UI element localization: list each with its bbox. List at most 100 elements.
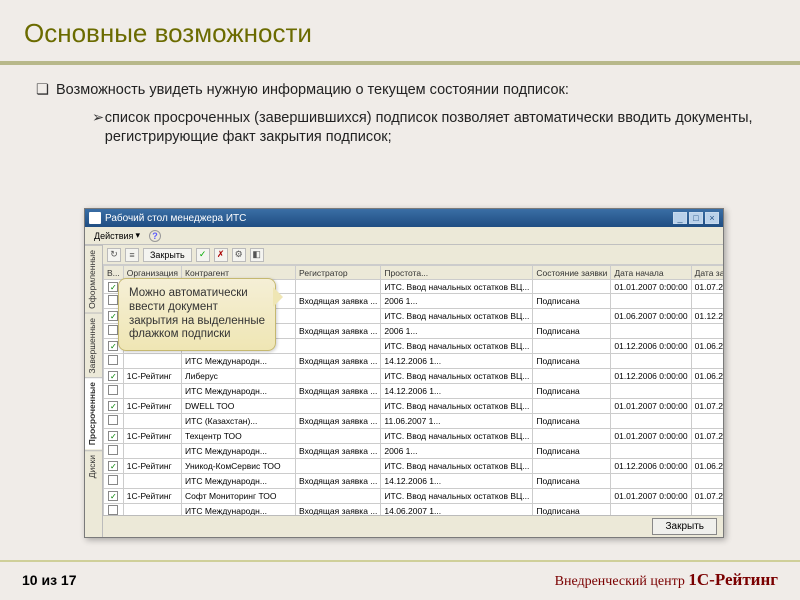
- table-row[interactable]: 1С-РейтингЛиберусИТС. Ввод начальных ост…: [104, 369, 724, 384]
- checkbox-icon[interactable]: [108, 505, 118, 515]
- cell: [123, 504, 181, 516]
- cell: [611, 354, 691, 369]
- side-tab-2[interactable]: Просроченные: [85, 377, 102, 449]
- checkbox-icon[interactable]: [108, 311, 118, 321]
- cell[interactable]: [104, 354, 124, 369]
- checkbox-icon[interactable]: [108, 461, 118, 471]
- cell: ИТС. Ввод начальных остатков ВЦ...: [381, 280, 533, 294]
- cell: [296, 489, 381, 504]
- uncheck-all-icon[interactable]: ✗: [214, 248, 228, 262]
- check-all-icon[interactable]: ✓: [196, 248, 210, 262]
- col-header[interactable]: Дата завершения: [691, 266, 723, 280]
- close-icon[interactable]: ×: [705, 212, 719, 224]
- cell[interactable]: [104, 384, 124, 399]
- help-icon[interactable]: ?: [149, 230, 161, 242]
- cell: 01.07.2007 0:00:00: [691, 489, 723, 504]
- table-row[interactable]: 1С-РейтингDWELL ТООИТС. Ввод начальных о…: [104, 399, 724, 414]
- cell: 1С-Рейтинг: [123, 399, 181, 414]
- checkbox-icon[interactable]: [108, 355, 118, 365]
- refresh-icon[interactable]: ↻: [107, 248, 121, 262]
- checkbox-icon[interactable]: [108, 371, 118, 381]
- col-header[interactable]: В...: [104, 266, 124, 280]
- table-row[interactable]: ИТС Междунаpодн...Входящая заявка ...14.…: [104, 384, 724, 399]
- slide-title: Основные возможности: [0, 0, 800, 65]
- col-header[interactable]: Регистратор: [296, 266, 381, 280]
- maximize-icon[interactable]: □: [689, 212, 703, 224]
- cell: [611, 504, 691, 516]
- actions-menu[interactable]: Действия ▾: [89, 228, 145, 243]
- cell: 1С-Рейтинг: [123, 489, 181, 504]
- cell: [533, 399, 611, 414]
- cell: Подписана: [533, 384, 611, 399]
- cell[interactable]: [104, 444, 124, 459]
- table-row[interactable]: ИТС Междунаpодн...Входящая заявка ...200…: [104, 444, 724, 459]
- callout-text: Можно автоматически ввести документ закр…: [129, 287, 265, 342]
- checkbox-icon[interactable]: [108, 431, 118, 441]
- col-header[interactable]: Простота...: [381, 266, 533, 280]
- cell: [691, 354, 723, 369]
- cell: ИТС. Ввод начальных остатков ВЦ...: [381, 339, 533, 354]
- table-row[interactable]: 1С-РейтингУникод-КомСервис ТООИТС. Ввод …: [104, 459, 724, 474]
- cell: 14.12.2006 1...: [381, 474, 533, 489]
- cell: [611, 474, 691, 489]
- cell[interactable]: [104, 429, 124, 444]
- checkbox-icon[interactable]: [108, 401, 118, 411]
- table-row[interactable]: 1С-РейтингТехцентр ТООИТС. Ввод начальны…: [104, 429, 724, 444]
- cell: [296, 280, 381, 294]
- cell: ИТС Междунаpодн...: [182, 504, 296, 516]
- cell[interactable]: [104, 399, 124, 414]
- checkbox-icon[interactable]: [108, 295, 118, 305]
- checkbox-icon[interactable]: [108, 475, 118, 485]
- cell: 01.12.2006 0:00:00: [691, 309, 723, 324]
- checkbox-icon[interactable]: [108, 325, 118, 335]
- cell[interactable]: [104, 489, 124, 504]
- cell: Подписана: [533, 324, 611, 339]
- cell: 1С-Рейтинг: [123, 369, 181, 384]
- col-header[interactable]: Дата начала: [611, 266, 691, 280]
- table-row[interactable]: ИТС Междунаpодн...Входящая заявка ...14.…: [104, 504, 724, 516]
- side-tab-1[interactable]: Завершенные: [85, 313, 102, 378]
- bullet-icon: ❏: [36, 81, 56, 101]
- cell: [533, 369, 611, 384]
- table-row[interactable]: ИТС (Казахстан)...Входящая заявка ...11.…: [104, 414, 724, 429]
- cell[interactable]: [104, 474, 124, 489]
- cell: [533, 459, 611, 474]
- cell: 2006 1...: [381, 444, 533, 459]
- side-tab-0[interactable]: Оформленные: [85, 245, 102, 313]
- cell: [533, 280, 611, 294]
- cell[interactable]: [104, 414, 124, 429]
- cell: [691, 474, 723, 489]
- checkbox-icon[interactable]: [108, 341, 118, 351]
- bottom-close-button[interactable]: Закрыть: [652, 518, 717, 535]
- checkbox-icon[interactable]: [108, 491, 118, 501]
- cell[interactable]: [104, 369, 124, 384]
- tool-icon[interactable]: ⚙: [232, 248, 246, 262]
- table-row[interactable]: ИТС Междунаpодн...Входящая заявка ...14.…: [104, 354, 724, 369]
- cell: 01.06.2007 0:00:00: [611, 309, 691, 324]
- table-row[interactable]: ИТС Междунаpодн...Входящая заявка ...14.…: [104, 474, 724, 489]
- checkbox-icon[interactable]: [108, 385, 118, 395]
- cell: ИТС. Ввод начальных остатков ВЦ...: [381, 369, 533, 384]
- cell: [296, 429, 381, 444]
- cell: Техцентр ТОО: [182, 429, 296, 444]
- col-header[interactable]: Состояние заявки: [533, 266, 611, 280]
- cell: [296, 459, 381, 474]
- close-button[interactable]: Закрыть: [143, 248, 192, 262]
- cell: 2006 1...: [381, 294, 533, 309]
- checkbox-icon[interactable]: [108, 445, 118, 455]
- cell[interactable]: [104, 459, 124, 474]
- checkbox-icon[interactable]: [108, 282, 118, 292]
- list-icon[interactable]: ≡: [125, 248, 139, 262]
- minimize-icon[interactable]: _: [673, 212, 687, 224]
- sub-bullet: ➢ список просроченных (завершившихся) по…: [92, 109, 770, 148]
- checkbox-icon[interactable]: [108, 415, 118, 425]
- tool2-icon[interactable]: ◧: [250, 248, 264, 262]
- cell[interactable]: [104, 504, 124, 516]
- cell: [123, 354, 181, 369]
- window-titlebar[interactable]: Рабочий стол менеджера ИТС _ □ ×: [85, 209, 723, 227]
- cell: [691, 444, 723, 459]
- table-row[interactable]: 1С-РейтингСофт Мониторинг ТООИТС. Ввод н…: [104, 489, 724, 504]
- app-icon: [89, 212, 101, 224]
- side-tab-3[interactable]: Диски: [85, 450, 102, 482]
- bullet-main: ❏ Возможность увидеть нужную информацию …: [36, 81, 770, 101]
